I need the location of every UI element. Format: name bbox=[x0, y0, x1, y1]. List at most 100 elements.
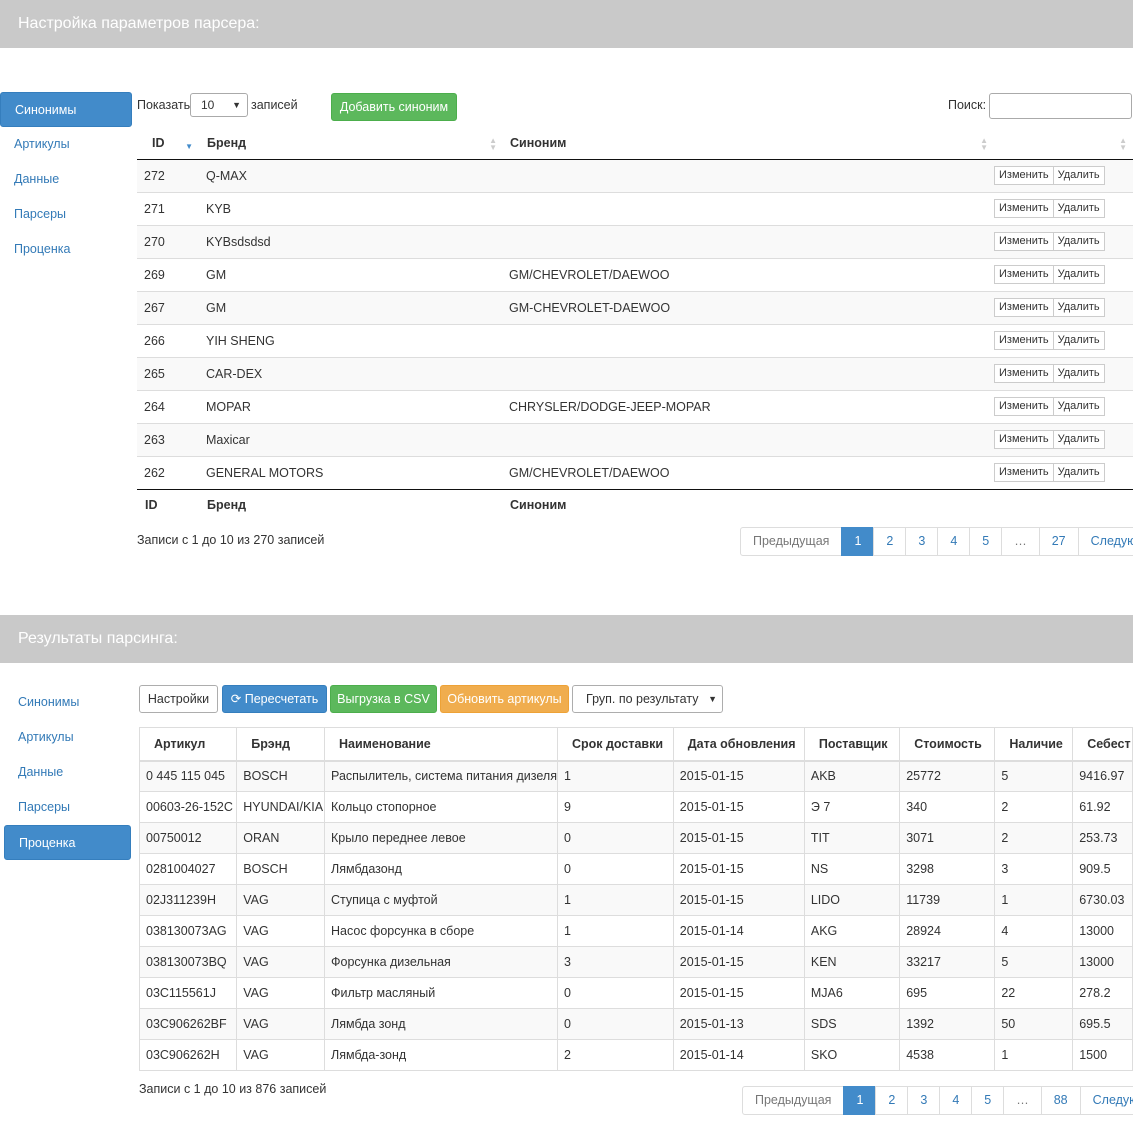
search-input[interactable] bbox=[989, 93, 1132, 119]
edit-button[interactable]: Изменить bbox=[994, 265, 1054, 284]
delete-button[interactable]: Удалить bbox=[1053, 166, 1105, 185]
edit-button[interactable]: Изменить bbox=[994, 397, 1054, 416]
table-cell: 1 bbox=[556, 884, 674, 916]
cell-brand: GM bbox=[199, 290, 503, 324]
delete-button[interactable]: Удалить bbox=[1053, 463, 1105, 482]
page-button[interactable]: 4 bbox=[937, 527, 971, 556]
column-header[interactable]: Поставщик bbox=[803, 727, 901, 762]
sidebar-item-data[interactable]: Данные bbox=[0, 162, 132, 197]
column-header-synonym[interactable]: Синоним ▲ ▼ bbox=[503, 127, 994, 160]
page-length-label: Показать bbox=[137, 98, 191, 112]
table-cell: VAG bbox=[236, 977, 326, 1009]
table-row: 03C115561J VAG Фильтр масляный 0 2015-01-15 M… bbox=[138, 977, 1133, 1009]
update-articles-button[interactable]: Обновить артикулы bbox=[440, 685, 569, 713]
column-header[interactable]: Наименование bbox=[324, 727, 558, 762]
column-header-id[interactable]: ID ▼ bbox=[137, 127, 199, 160]
table-cell: 2015-01-14 bbox=[672, 1039, 805, 1071]
edit-button[interactable]: Изменить bbox=[994, 166, 1054, 185]
column-header[interactable]: Дата обновления bbox=[672, 727, 805, 762]
page-button[interactable]: 5 bbox=[971, 1086, 1005, 1115]
sidebar-item-synonyms[interactable]: Синонимы bbox=[0, 92, 132, 127]
sidebar-item-synonyms[interactable]: Синонимы bbox=[4, 685, 136, 720]
delete-button[interactable]: Удалить bbox=[1053, 364, 1105, 383]
page-button[interactable]: 88 bbox=[1040, 1086, 1081, 1115]
column-header[interactable]: Себест bbox=[1072, 727, 1133, 762]
search-label: Поиск: bbox=[948, 98, 987, 112]
table-cell: 1 bbox=[556, 915, 674, 947]
column-header[interactable]: Срок доставки bbox=[556, 727, 674, 762]
add-synonym-button[interactable]: Добавить синоним bbox=[331, 93, 457, 121]
footer-id: ID bbox=[137, 488, 199, 521]
cell-id: 267 bbox=[137, 290, 199, 324]
table-cell: 03C906262BF bbox=[138, 1008, 238, 1040]
table-cell: 2015-01-15 bbox=[672, 791, 805, 823]
delete-button[interactable]: Удалить bbox=[1053, 298, 1105, 317]
sidebar-item-pricing[interactable]: Проценка bbox=[4, 825, 131, 860]
table-cell: 00750012 bbox=[138, 822, 238, 854]
sidebar-item-pricing[interactable]: Проценка bbox=[0, 232, 132, 267]
cell-brand: Q-MAX bbox=[199, 158, 503, 192]
results-sidebar: Синонимы Артикулы Данные Парсеры Проценк… bbox=[4, 685, 136, 860]
edit-button[interactable]: Изменить bbox=[994, 364, 1054, 383]
delete-button[interactable]: Удалить bbox=[1053, 265, 1105, 284]
page-button-current[interactable]: 1 bbox=[841, 527, 875, 556]
delete-button[interactable]: Удалить bbox=[1053, 232, 1105, 251]
edit-button[interactable]: Изменить bbox=[994, 232, 1054, 251]
recalculate-button[interactable]: ⟳ Пересчетать bbox=[222, 685, 327, 713]
column-header[interactable]: Наличие bbox=[994, 727, 1074, 762]
next-page-button[interactable]: Следующая bbox=[1079, 1086, 1133, 1115]
sidebar-item-articles[interactable]: Артикулы bbox=[4, 720, 136, 755]
previous-page-button[interactable]: Предыдущая bbox=[742, 1086, 845, 1115]
table-cell: 2015-01-13 bbox=[672, 1008, 805, 1040]
page-length-select[interactable]: 10 ▼ bbox=[190, 93, 248, 117]
table-cell: 50 bbox=[994, 1008, 1074, 1040]
table-cell: 9 bbox=[556, 791, 674, 823]
page-button[interactable]: 2 bbox=[873, 527, 907, 556]
synonyms-table: ID ▼ Бренд ▲ ▼ Синоним ▲ ▼ ▲ ▼ 272 Q-MAX Изме… bbox=[137, 127, 1133, 521]
sidebar-item-parsers[interactable]: Парсеры bbox=[0, 197, 132, 232]
previous-page-button[interactable]: Предыдущая bbox=[740, 527, 843, 556]
column-header[interactable]: Брэнд bbox=[236, 727, 326, 762]
sidebar-item-data[interactable]: Данные bbox=[4, 755, 136, 790]
edit-button[interactable]: Изменить bbox=[994, 199, 1054, 218]
cell-id: 272 bbox=[137, 158, 199, 192]
group-by-select[interactable]: Груп. по результату ▼ bbox=[572, 685, 723, 713]
column-header-actions[interactable]: ▲ ▼ bbox=[994, 127, 1133, 160]
delete-button[interactable]: Удалить bbox=[1053, 397, 1105, 416]
footer-brand: Бренд bbox=[199, 488, 503, 521]
edit-button[interactable]: Изменить bbox=[994, 298, 1054, 317]
table-cell: 9416.97 bbox=[1072, 760, 1133, 792]
table-cell: 4538 bbox=[899, 1039, 996, 1071]
table-cell: Крыло переднее левое bbox=[324, 822, 558, 854]
settings-button[interactable]: Настройки bbox=[139, 685, 218, 713]
column-header-brand[interactable]: Бренд ▲ ▼ bbox=[199, 127, 503, 160]
page-button[interactable]: 3 bbox=[905, 527, 939, 556]
page-button[interactable]: 3 bbox=[907, 1086, 941, 1115]
table-cell: VAG bbox=[236, 1008, 326, 1040]
page-button[interactable]: 2 bbox=[875, 1086, 909, 1115]
column-header[interactable]: Артикул bbox=[138, 727, 238, 762]
page-button-current[interactable]: 1 bbox=[843, 1086, 877, 1115]
edit-button[interactable]: Изменить bbox=[994, 331, 1054, 350]
export-csv-button[interactable]: Выгрузка в CSV bbox=[330, 685, 437, 713]
table-row: 00603-26-152C HYUNDAI/KIA Кольцо стопорное… bbox=[138, 791, 1133, 823]
table-row: 262 GENERAL MOTORS GM/CHEVROLET/DAEWOO Изме… bbox=[137, 455, 1133, 489]
page-button[interactable]: 4 bbox=[939, 1086, 973, 1115]
page-button[interactable]: 27 bbox=[1038, 527, 1079, 556]
cell-synonym: GM/CHEVROLET/DAEWOO bbox=[503, 455, 994, 489]
delete-button[interactable]: Удалить bbox=[1053, 430, 1105, 449]
sidebar-item-parsers[interactable]: Парсеры bbox=[4, 790, 136, 825]
page-length-value: 10 bbox=[201, 98, 215, 112]
results-panel-title: Результаты парсинга: bbox=[18, 630, 178, 647]
column-header[interactable]: Стоимость bbox=[899, 727, 996, 762]
results-panel-header: Результаты парсинга: bbox=[0, 615, 1133, 663]
page-button[interactable]: 5 bbox=[969, 527, 1003, 556]
delete-button[interactable]: Удалить bbox=[1053, 331, 1105, 350]
next-page-button[interactable]: Следующая bbox=[1077, 527, 1133, 556]
edit-button[interactable]: Изменить bbox=[994, 463, 1054, 482]
table-row: 263 Maxicar Изменить Удалить bbox=[137, 422, 1133, 456]
sidebar-item-articles[interactable]: Артикулы bbox=[0, 127, 132, 162]
delete-button[interactable]: Удалить bbox=[1053, 199, 1105, 218]
row-actions: Изменить Удалить bbox=[994, 298, 1105, 317]
edit-button[interactable]: Изменить bbox=[994, 430, 1054, 449]
